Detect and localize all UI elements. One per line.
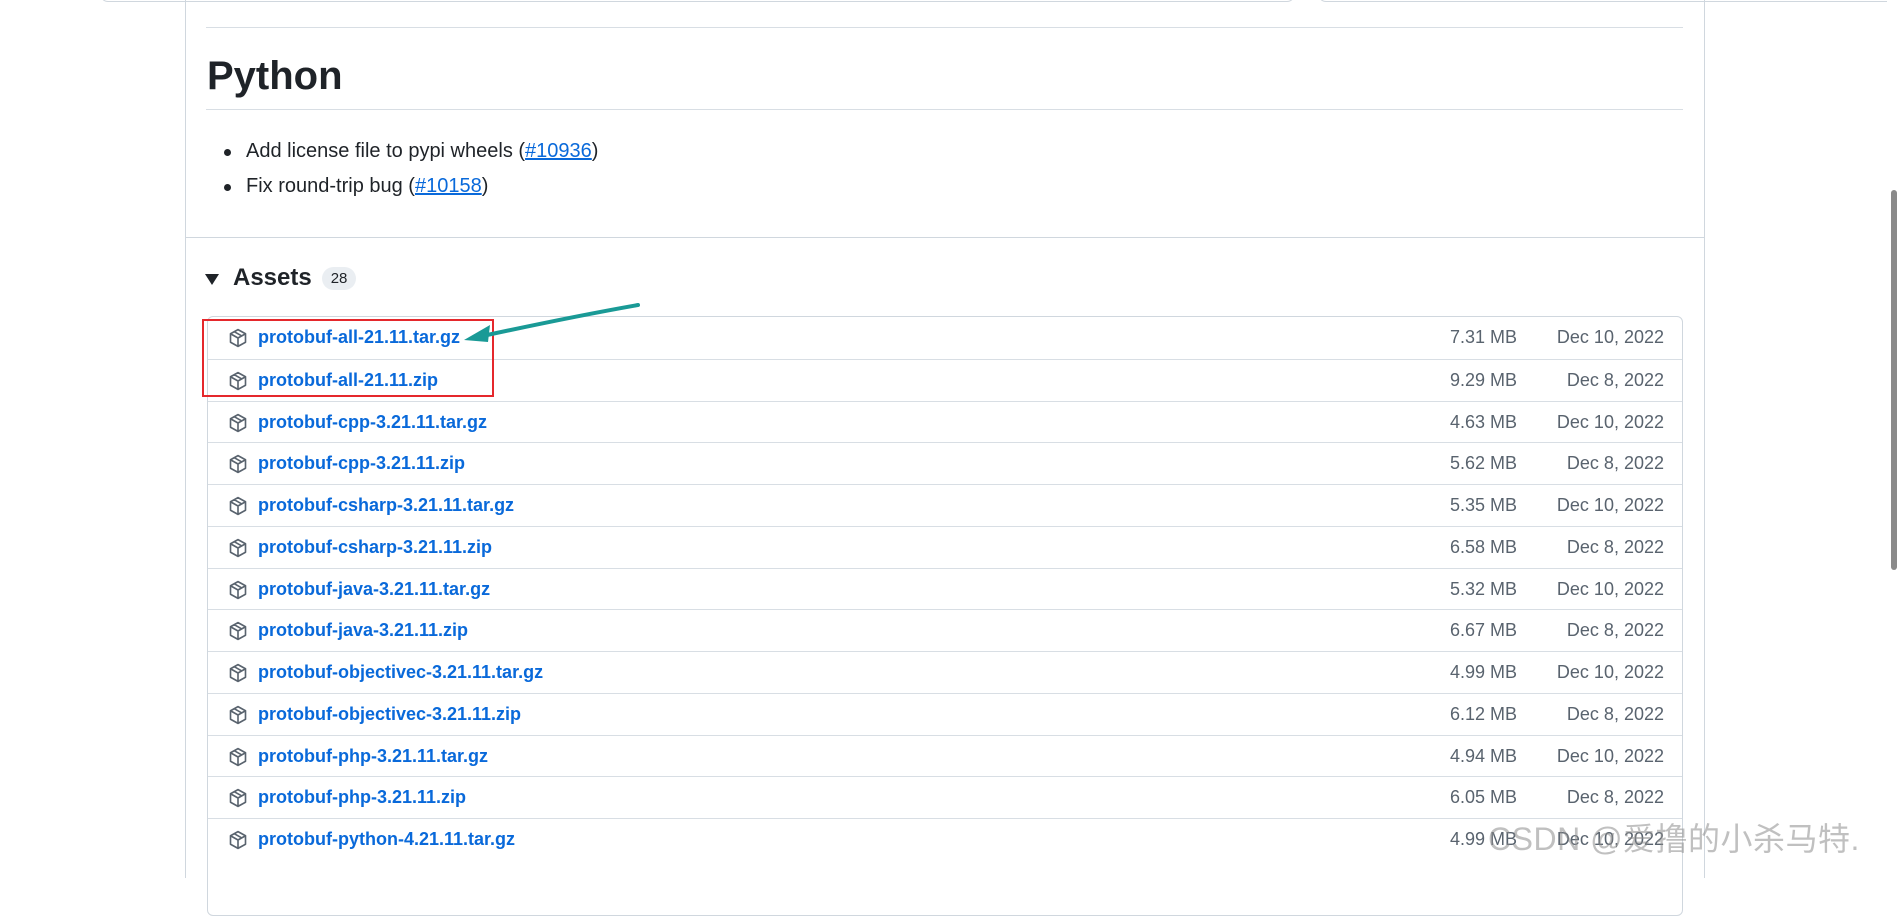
asset-row: protobuf-cpp-3.21.11.zip 5.62 MB Dec 8, 20… xyxy=(208,442,1682,484)
asset-row: protobuf-objectivec-3.21.11.zip 6.12 MB De… xyxy=(208,692,1682,735)
issue-link[interactable]: #10936 xyxy=(525,140,592,162)
asset-size: 5.32 MB xyxy=(1449,578,1517,599)
asset-download-link[interactable]: protobuf-cpp-3.21.11.tar.gz xyxy=(258,402,487,442)
issue-link[interactable]: #10158 xyxy=(415,175,482,197)
release-note-item: Add license file to pypi wheels (#10936) xyxy=(224,134,598,169)
asset-date: Dec 10, 2022 xyxy=(1556,578,1664,599)
watermark: CSDN @爱撸的小杀马特. xyxy=(1488,821,1860,857)
asset-row: protobuf-csharp-3.21.11.tar.gz 5.35 MB Dec… xyxy=(208,484,1682,526)
package-icon xyxy=(228,830,248,850)
package-icon xyxy=(228,496,248,516)
package-icon xyxy=(228,747,248,767)
asset-row: protobuf-objectivec-3.21.11.tar.gz 4.99 M… xyxy=(208,651,1682,693)
asset-size: 5.35 MB xyxy=(1449,495,1517,515)
asset-row: protobuf-php-3.21.11.tar.gz 4.94 MB Dec 10… xyxy=(208,734,1682,777)
asset-row: protobuf-java-3.21.11.tar.gz 5.32 MB Dec 1… xyxy=(208,567,1682,610)
section-divider xyxy=(186,237,1704,238)
package-icon xyxy=(228,538,248,558)
asset-date: Dec 10, 2022 xyxy=(1556,745,1664,766)
asset-download-link[interactable]: protobuf-java-3.21.11.tar.gz xyxy=(258,569,490,609)
asset-row: protobuf-php-3.21.11.zip 6.05 MB Dec 8, 20… xyxy=(208,776,1682,818)
heading-divider xyxy=(206,109,1683,110)
release-notes-list: Add license file to pypi wheels (#10936)… xyxy=(224,134,598,204)
highlight-annotation xyxy=(202,319,494,397)
asset-download-link[interactable]: protobuf-csharp-3.21.11.tar.gz xyxy=(258,485,514,525)
asset-date: Dec 8, 2022 xyxy=(1566,369,1664,390)
package-icon xyxy=(228,580,248,600)
asset-size: 6.12 MB xyxy=(1449,703,1517,724)
asset-date: Dec 8, 2022 xyxy=(1566,787,1664,808)
asset-row: protobuf-python-4.21.11.tar.gz 4.99 MB Dec… xyxy=(208,818,1682,860)
asset-size: 4.63 MB xyxy=(1449,411,1517,432)
caret-down-icon xyxy=(205,273,219,285)
package-icon xyxy=(228,663,248,683)
package-icon xyxy=(228,788,248,808)
asset-row: protobuf-csharp-3.21.11.zip 6.58 MB Dec 8,… xyxy=(208,525,1682,568)
asset-date: Dec 8, 2022 xyxy=(1566,703,1664,724)
asset-size: 6.67 MB xyxy=(1449,620,1517,641)
asset-size: 9.29 MB xyxy=(1449,369,1517,390)
package-icon xyxy=(228,413,248,433)
asset-download-link[interactable]: protobuf-cpp-3.21.11.zip xyxy=(258,443,465,483)
asset-date: Dec 10, 2022 xyxy=(1556,411,1664,432)
note-text: Fix round-trip bug ( xyxy=(246,175,415,197)
assets-toggle[interactable]: Assets 28 xyxy=(205,262,357,294)
asset-download-link[interactable]: protobuf-python-4.21.11.tar.gz xyxy=(258,819,515,859)
assets-count-badge: 28 xyxy=(321,266,357,290)
asset-download-link[interactable]: protobuf-objectivec-3.21.11.tar.gz xyxy=(258,652,543,692)
asset-download-link[interactable]: protobuf-csharp-3.21.11.zip xyxy=(258,527,492,567)
asset-size: 7.31 MB xyxy=(1449,327,1517,347)
asset-row: protobuf-cpp-3.21.11.tar.gz 4.63 MB Dec 10… xyxy=(208,400,1682,443)
asset-date: Dec 8, 2022 xyxy=(1566,453,1664,474)
package-icon xyxy=(228,705,248,725)
asset-date: Dec 10, 2022 xyxy=(1556,327,1664,347)
arrow-annotation xyxy=(464,303,640,342)
asset-row: protobuf-java-3.21.11.zip 6.67 MB Dec 8, 2… xyxy=(208,609,1682,651)
asset-date: Dec 8, 2022 xyxy=(1566,536,1664,557)
asset-size: 4.94 MB xyxy=(1449,745,1517,766)
package-icon xyxy=(228,621,248,641)
assets-list: protobuf-all-21.11.tar.gz 7.31 MB Dec 10, … xyxy=(207,316,1683,916)
asset-date: Dec 8, 2022 xyxy=(1566,620,1664,641)
asset-download-link[interactable]: protobuf-php-3.21.11.tar.gz xyxy=(258,736,488,776)
asset-date: Dec 10, 2022 xyxy=(1556,662,1664,682)
divider xyxy=(206,27,1683,28)
asset-download-link[interactable]: protobuf-php-3.21.11.zip xyxy=(258,777,466,817)
asset-size: 6.58 MB xyxy=(1449,536,1517,557)
scrollbar-thumb[interactable] xyxy=(1891,190,1897,570)
section-heading: Python xyxy=(207,54,343,98)
note-text-end: ) xyxy=(481,175,489,197)
note-text: Add license file to pypi wheels ( xyxy=(246,140,526,162)
asset-size: 4.99 MB xyxy=(1449,662,1517,682)
assets-title: Assets xyxy=(233,264,312,291)
release-note-item: Fix round-trip bug (#10158) xyxy=(224,169,598,204)
asset-download-link[interactable]: protobuf-objectivec-3.21.11.zip xyxy=(258,694,521,734)
note-text-end: ) xyxy=(591,140,599,162)
asset-size: 6.05 MB xyxy=(1449,787,1517,808)
package-icon xyxy=(228,454,248,474)
asset-date: Dec 10, 2022 xyxy=(1556,495,1664,515)
asset-size: 5.62 MB xyxy=(1449,453,1517,474)
asset-download-link[interactable]: protobuf-java-3.21.11.zip xyxy=(258,610,468,650)
